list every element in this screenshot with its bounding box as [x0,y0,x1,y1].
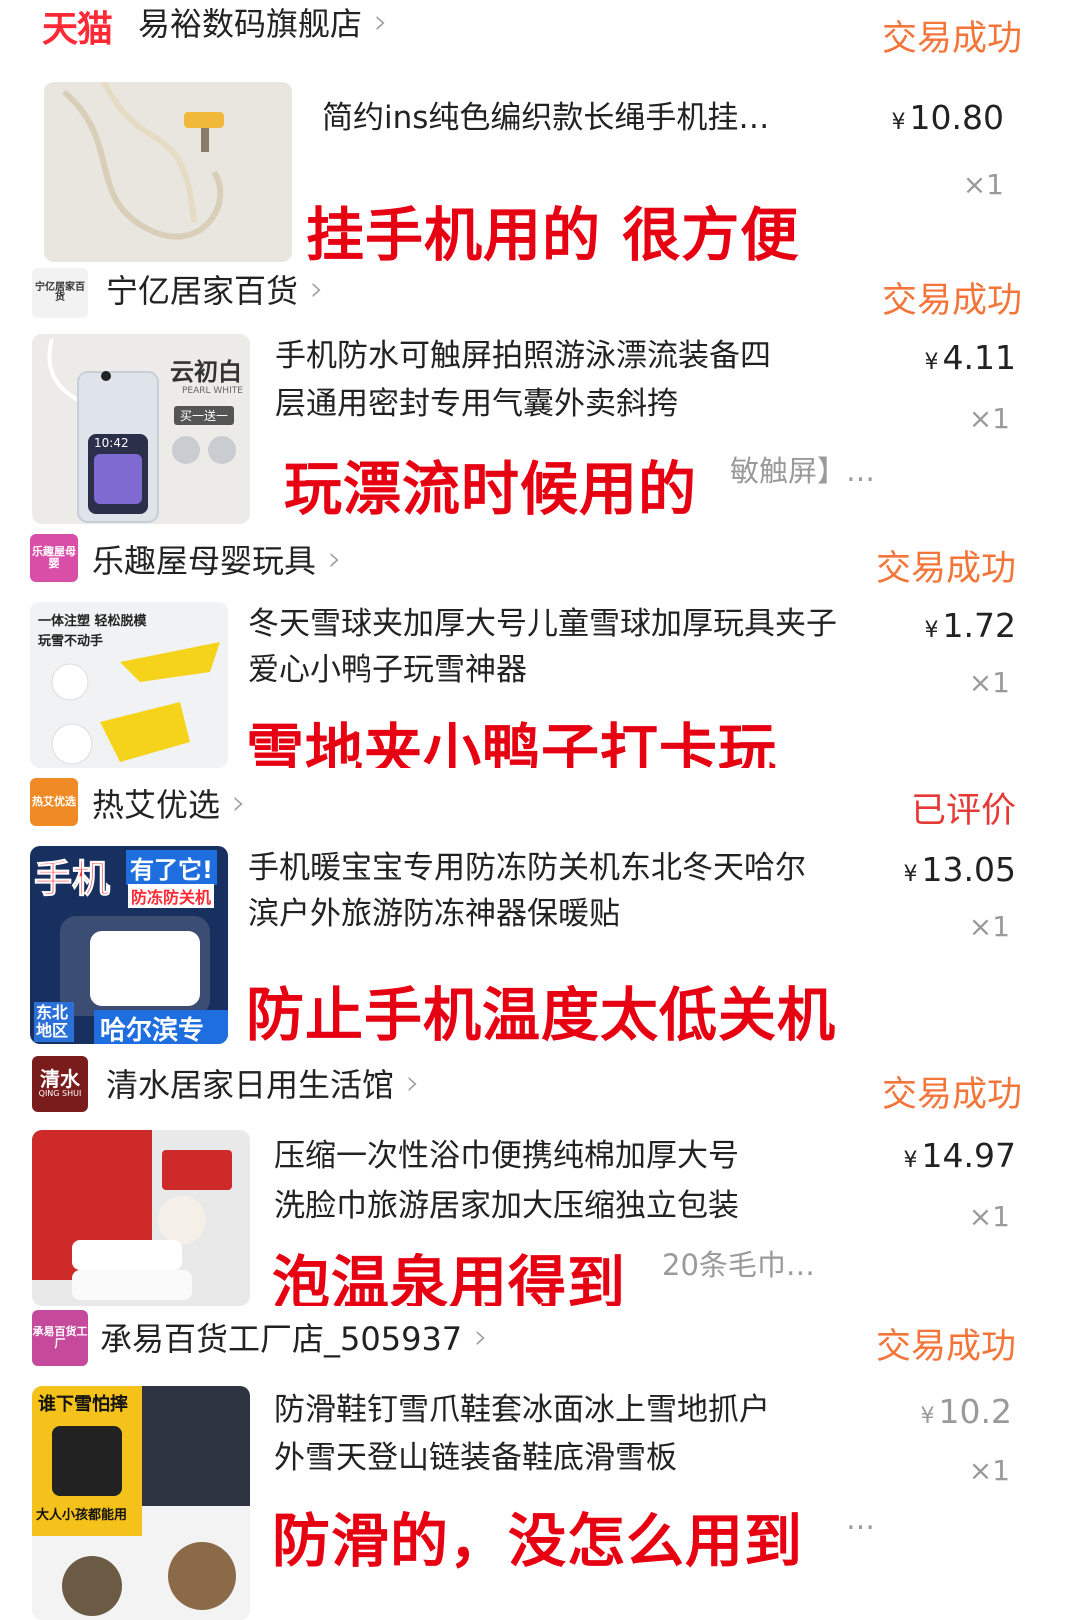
product-thumbnail[interactable]: 云初白 PEARL WHITE 买一送一 10:42 [32,334,250,524]
order-status: 交易成功 [881,1075,1022,1115]
shop-name: 易裕数码旗舰店 [138,5,363,43]
product-title-line2[interactable]: 外雪天登山链装备鞋底滑雪板 [274,1434,677,1482]
product-quantity: ×1 [968,910,1010,943]
order-card[interactable]: 清水 QING SHUI 清水居家日用生活馆 › 交易成功 压缩一次性浴巾便携纯… [0,1046,1080,1306]
product-title-line2[interactable]: 层通用密封专用气囊外卖斜挎 [275,380,678,428]
order-header: 热艾优选 热艾优选 › 已评价 [0,768,1080,832]
tmall-logo: 天猫 [42,9,113,50]
thumbnail-text: 有了它! [126,850,217,885]
chevron-right-icon: › [328,539,342,579]
product-price: ¥13.05 [903,850,1016,889]
annotation-caption: 防滑的，没怎么用到 [272,1507,804,1575]
product-title[interactable]: 简约ins纯色编织款长绳手机挂… [322,94,769,142]
product-thumbnail[interactable]: 一体注塑 轻松脱模 玩雪不动手 [30,602,228,768]
order-status: 交易成功 [875,549,1016,589]
shop-logo[interactable]: 承易百货工厂 [32,1310,88,1366]
shop-logo-sub: QING SHUI [38,1089,82,1099]
order-status: 交易成功 [881,19,1022,59]
annotation-caption: 防止手机温度太低关机 [246,981,837,1046]
order-status: 已评价 [910,791,1016,831]
annotation-caption: 玩漂流时候用的 [284,455,698,523]
order-header: 承易百货工厂 承易百货工厂店_505937 › 交易成功 [0,1306,1080,1370]
thumbnail-brand: 云初白 [170,358,242,386]
thumbnail-text: 手机 [33,857,111,902]
product-price: ¥4.11 [924,338,1016,377]
chevron-right-icon: › [310,269,324,309]
product-thumbnail[interactable]: 谁下雪怕摔 大人小孩都能用 [32,1386,250,1620]
thumbnail-time: 10:42 [94,436,129,450]
shop-name-link[interactable]: 乐趣屋母婴玩具 › [92,536,342,582]
thumbnail-text: 防冻防关机 [128,884,215,908]
shop-name: 乐趣屋母婴玩具 [92,542,317,580]
thumbnail-feature-icon [172,436,200,464]
product-sku: 20条毛巾… [662,1248,815,1282]
chevron-right-icon: › [406,1063,420,1103]
product-title-line2[interactable]: 滨户外旅游防冻神器保暖贴 [248,890,620,938]
product-thumbnail[interactable]: 手机 有了它! 防冻防关机 东北地区 哈尔滨专用 [30,846,228,1044]
annotation-caption: 雪地夹小鸭子打卡玩 [246,717,778,768]
shop-logo[interactable]: 清水 QING SHUI [32,1056,88,1112]
product-title[interactable]: 手机防水可触屏拍照游泳漂流装备四 [275,332,771,380]
product-price: ¥1.72 [924,606,1016,645]
thumbnail-text: 大人小孩都能用 [36,1508,128,1523]
shop-name: 热艾优选 [92,786,221,824]
thumbnail-text: 哈尔滨专用 [94,1010,228,1044]
shop-logo[interactable]: 热艾优选 [30,778,78,826]
thumbnail-text: 一体注塑 轻松脱模 [38,614,147,629]
shop-logo[interactable]: 宁亿居家百货 [32,268,88,318]
thumbnail-text: 玩雪不动手 [38,634,104,649]
shop-name: 承易百货工厂店_505937 [100,1320,463,1358]
annotation-caption: 挂手机用的 很方便 [306,201,800,262]
order-card[interactable]: 宁亿居家百货 宁亿居家百货 › 交易成功 云初白 PEARL WHITE 买一送… [0,262,1080,524]
product-quantity: ×1 [968,1200,1010,1233]
thumbnail-text: 东北地区 [34,1002,74,1042]
order-status: 交易成功 [881,281,1022,321]
product-price: ¥14.97 [903,1136,1016,1175]
order-list: 天猫 易裕数码旗舰店 › 交易成功 简约ins纯色编织款长绳手机挂… ¥10.8… [0,0,1080,1620]
product-title-line2[interactable]: 洗脸巾旅游居家加大压缩独立包装 [274,1182,739,1230]
product-quantity: ×1 [968,1454,1010,1487]
product-title[interactable]: 冬天雪球夹加厚大号儿童雪球加厚玩具夹子 [248,600,837,648]
shop-name: 宁亿居家百货 [106,272,299,310]
thumbnail-brand-sub: PEARL WHITE [182,386,243,396]
shop-name-link[interactable]: 清水居家日用生活馆 › [106,1060,420,1106]
order-status: 交易成功 [875,1327,1016,1367]
order-card[interactable]: 天猫 易裕数码旗舰店 › 交易成功 简约ins纯色编织款长绳手机挂… ¥10.8… [0,0,1080,262]
order-card[interactable]: 乐趣屋母婴 乐趣屋母婴玩具 › 交易成功 一体注塑 轻松脱模 玩雪不动手 冬天雪… [0,524,1080,768]
shop-name: 清水居家日用生活馆 [106,1066,395,1104]
shop-logo-text: 清水 [39,1067,80,1092]
thumbnail-promo: 买一送一 [174,406,235,425]
shop-name-link[interactable]: 宁亿居家百货 › [106,266,324,312]
product-sku: 敏触屏】… [730,454,876,488]
product-sku: … [846,1502,875,1536]
product-price: ¥10.2 [920,1392,1012,1431]
shop-name-link[interactable]: 承易百货工厂店_505937 › [100,1314,488,1360]
chevron-right-icon: › [232,783,246,823]
order-header: 乐趣屋母婴 乐趣屋母婴玩具 › 交易成功 [0,524,1080,589]
order-card[interactable]: 热艾优选 热艾优选 › 已评价 手机 有了它! 防冻防关机 东北地区 哈尔滨专用… [0,768,1080,1046]
thumbnail-text: 谁下雪怕摔 [38,1394,128,1415]
product-title[interactable]: 防滑鞋钉雪爪鞋套冰面冰上雪地抓户 [274,1386,770,1434]
order-card[interactable]: 承易百货工厂 承易百货工厂店_505937 › 交易成功 谁下雪怕摔 大人小孩都… [0,1306,1080,1620]
annotation-caption: 泡温泉用得到 [272,1249,627,1306]
shop-name-link[interactable]: 易裕数码旗舰店 › [138,0,388,44]
product-thumbnail[interactable] [32,1130,250,1306]
product-quantity: ×1 [962,168,1004,201]
order-header: 天猫 易裕数码旗舰店 › 交易成功 [0,0,1080,64]
product-quantity: ×1 [968,402,1010,435]
shop-name-link[interactable]: 热艾优选 › [92,780,246,826]
chevron-right-icon: › [474,1317,488,1357]
product-title[interactable]: 压缩一次性浴巾便携纯棉加厚大号 [274,1132,739,1180]
thumbnail-feature-icon [208,436,236,464]
product-quantity: ×1 [968,666,1010,699]
chevron-right-icon: › [374,2,388,42]
order-header: 清水 QING SHUI 清水居家日用生活馆 › 交易成功 [0,1046,1080,1115]
product-price: ¥10.80 [891,98,1004,137]
product-thumbnail[interactable] [44,82,292,262]
order-header: 宁亿居家百货 宁亿居家百货 › 交易成功 [0,262,1080,326]
product-title-line2[interactable]: 爱心小鸭子玩雪神器 [248,646,527,694]
shop-logo[interactable]: 乐趣屋母婴 [30,534,78,582]
product-title[interactable]: 手机暖宝宝专用防冻防关机东北冬天哈尔 [248,844,806,892]
